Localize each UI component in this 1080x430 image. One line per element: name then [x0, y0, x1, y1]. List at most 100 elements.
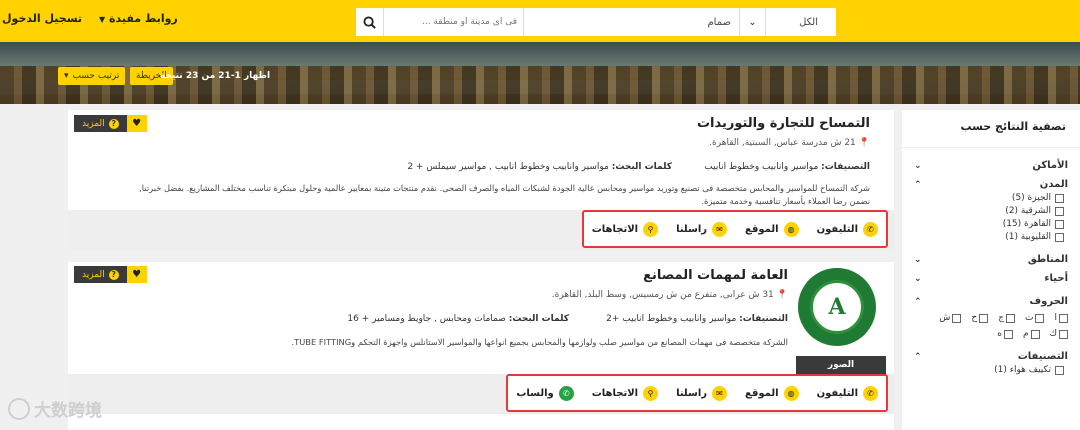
category-input[interactable]: صمام — [524, 8, 740, 36]
useful-links-label: روابط مفيدة — [109, 12, 178, 25]
location-pin-icon: ⚲ — [643, 385, 659, 401]
watermark: 大数跨境 — [8, 396, 102, 421]
all-select[interactable]: الكل — [766, 8, 836, 36]
more-button[interactable]: المزيد? — [74, 118, 127, 129]
favorite-button[interactable]: ♥ — [126, 266, 147, 283]
phone-button[interactable]: ✆ التليفون — [817, 221, 878, 237]
whatsapp-button[interactable]: ✆ والساب — [516, 385, 574, 401]
listing-actions: ✆ التليفون ◍ الموقع ✉ راسلنا ⚲ الاتجاهات ✆ وا… — [506, 374, 888, 412]
letters-row: ا ت ج ح ش — [914, 313, 1068, 323]
filter-cities-label: المدن — [1039, 179, 1068, 190]
filter-title: تصفية النتائج حسب — [902, 120, 1080, 148]
checkbox[interactable] — [1055, 232, 1064, 242]
more-button[interactable]: المزيد? — [74, 269, 127, 280]
city-label: الشرقية (2) — [1005, 206, 1051, 216]
letter-checkbox[interactable]: ش — [939, 313, 962, 323]
filter-districts[interactable]: أحياء ⌄ — [914, 273, 1068, 284]
classification-label: تكييف هواء (1) — [994, 365, 1051, 375]
sort-button[interactable]: ▾ ترتيب حسب — [58, 67, 126, 85]
filter-sidebar: تصفية النتائج حسب الأماكن ⌄ المدن ⌃ الجي… — [902, 110, 1080, 430]
filter-cities[interactable]: المدن ⌃ — [914, 179, 1068, 190]
listing-address: 📍 31 ش عرابى, متفرع من ش رمسيس, وسط البلد… — [551, 290, 788, 300]
checkbox[interactable] — [1055, 219, 1064, 229]
watermark-logo-icon — [8, 397, 30, 420]
city-checkbox[interactable]: القليوبية (1) — [914, 232, 1064, 242]
classification-checkbox[interactable]: تكييف هواء (1) — [914, 365, 1064, 375]
city-checkbox[interactable]: القاهرة (15) — [914, 219, 1064, 229]
listing-actions: ✆ التليفون ◍ الموقع ✉ راسلنا ⚲ الاتجاهات — [581, 210, 888, 248]
filter-letters-label: الحروف — [1029, 296, 1068, 307]
city-checkbox[interactable]: الشرقية (2) — [914, 206, 1064, 216]
letter-checkbox[interactable]: م — [1023, 329, 1040, 339]
filter-districts-label: أحياء — [1044, 273, 1068, 284]
logo-letter: A — [810, 280, 864, 334]
search-icon — [363, 15, 376, 29]
listing-keywords: كلمات البحث: مواسير وانابيب وخطوط انابيب… — [407, 162, 672, 172]
chevron-down-icon: ▼ — [99, 15, 106, 24]
chevron-up-icon: ⌃ — [914, 351, 922, 362]
company-logo[interactable]: A — [798, 268, 876, 346]
listing-title[interactable]: العامة لمهمات المصانع — [643, 268, 788, 283]
phone-icon: ✆ — [863, 221, 878, 237]
chevron-down-icon: ⌄ — [914, 160, 922, 171]
listing-address: 📍 21 ش مدرسة عباس, السبتية, القاهرة. — [709, 138, 870, 148]
filter-places[interactable]: الأماكن ⌄ — [914, 160, 1068, 171]
result-count: اظهار 1-21 من 23 نتيجة — [160, 71, 271, 81]
letter-checkbox[interactable]: ك — [1050, 329, 1068, 339]
all-select-label: الكل — [799, 16, 818, 28]
contact-button[interactable]: ✉ راسلنا — [676, 385, 728, 401]
phone-button[interactable]: ✆ التليفون — [817, 385, 878, 401]
listing-title[interactable]: التمساح للتجارة والتوريدات — [697, 116, 870, 131]
search-button[interactable] — [356, 8, 384, 36]
filter-classifications[interactable]: التصنيفات ⌃ — [914, 351, 1068, 362]
top-bar: تسجيل الدخول ▼ روابط مفيدة صمام ⌄ الكل — [0, 0, 1080, 42]
city-label: الجيزة (5) — [1011, 193, 1051, 203]
website-button[interactable]: ◍ الموقع — [745, 221, 799, 237]
chevron-down-icon: ⌄ — [914, 273, 922, 284]
hero-banner: ▾ ترتيب حسب الخريطة اظهار 1-21 من 23 نتيج… — [0, 42, 1080, 104]
filter-letters[interactable]: الحروف ⌃ — [914, 296, 1068, 307]
category-value: صمام — [707, 16, 731, 28]
location-pin-icon: ⚲ — [643, 221, 659, 237]
watermark-text: 大数跨境 — [34, 401, 102, 421]
filter-areas[interactable]: المناطق ⌄ — [914, 254, 1068, 265]
letter-checkbox[interactable]: ت — [1025, 313, 1045, 323]
directions-button[interactable]: ⚲ الاتجاهات — [592, 385, 659, 401]
listing-classifications: التصنيفات: مواسير وانابيب وخطوط انابيب +… — [606, 314, 788, 324]
top-links: تسجيل الدخول ▼ روابط مفيدة — [0, 12, 178, 25]
city-checkbox[interactable]: الجيزة (5) — [914, 193, 1064, 203]
useful-links-menu[interactable]: ▼ روابط مفيدة — [96, 12, 178, 25]
checkbox[interactable] — [1055, 206, 1064, 216]
location-search-input[interactable] — [384, 8, 524, 36]
letter-checkbox[interactable]: ه — [997, 329, 1013, 339]
category-dropdown-toggle[interactable]: ⌄ — [740, 8, 766, 36]
heart-icon: ♥ — [132, 118, 142, 129]
letter-checkbox[interactable]: ح — [971, 313, 989, 323]
envelope-icon: ✉ — [712, 221, 728, 237]
listing-classifications: التصنيفات: مواسير وانابيب وخطوط انابيب — [704, 162, 870, 172]
envelope-icon: ✉ — [712, 385, 728, 401]
question-icon: ? — [108, 269, 119, 280]
listing-keywords: كلمات البحث: صمامات ومحابس , جاويط ومسام… — [347, 314, 569, 324]
listing-card: A الصور العامة لمهمات المصانع 📍 31 ش عراب… — [68, 262, 894, 430]
search-bar: صمام ⌄ الكل — [356, 8, 836, 36]
login-link[interactable]: تسجيل الدخول — [0, 12, 82, 25]
checkbox[interactable] — [1055, 193, 1064, 203]
photos-button[interactable]: الصور — [796, 356, 886, 374]
listing-description: الشركة متخصصة فى مهمات المصانع من مواسير… — [291, 337, 788, 347]
question-icon: ? — [108, 118, 119, 129]
globe-icon: ◍ — [783, 221, 799, 237]
directions-button[interactable]: ⚲ الاتجاهات — [592, 221, 659, 237]
website-button[interactable]: ◍ الموقع — [745, 385, 799, 401]
chevron-down-icon: ▾ — [64, 71, 69, 81]
chevron-up-icon: ⌃ — [914, 296, 922, 307]
contact-button[interactable]: ✉ راسلنا — [676, 221, 728, 237]
filter-places-label: الأماكن — [1032, 160, 1068, 171]
letter-checkbox[interactable]: ج — [998, 313, 1015, 323]
location-pin-icon: 📍 — [776, 290, 788, 300]
favorite-button[interactable]: ♥ — [126, 115, 147, 132]
checkbox[interactable] — [1055, 365, 1064, 375]
chevron-down-icon: ⌄ — [914, 254, 922, 265]
more-bar: المزيد? ♥ — [74, 115, 147, 132]
letter-checkbox[interactable]: ا — [1054, 313, 1068, 323]
